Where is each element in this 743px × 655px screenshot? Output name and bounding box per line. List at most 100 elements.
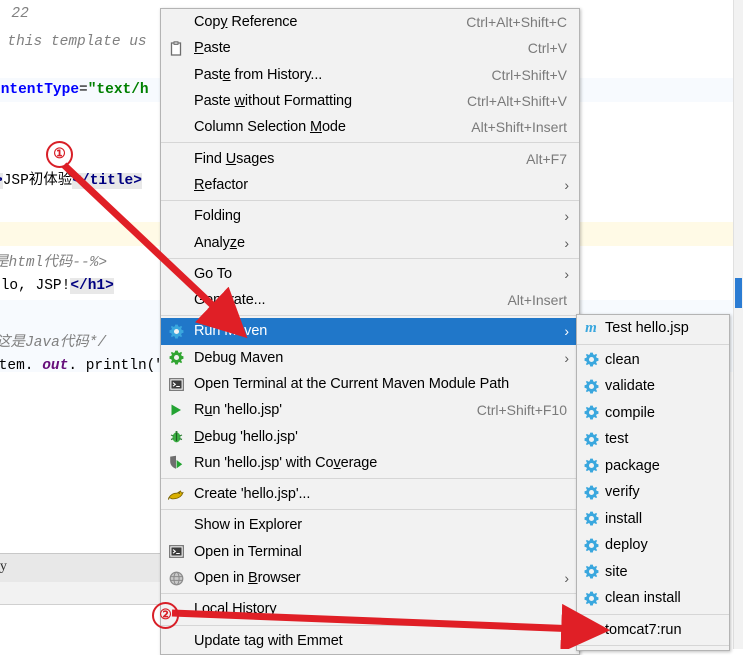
- menu-item-shortcut: Ctrl+Shift+V: [491, 66, 567, 83]
- submenu-item-label: deploy: [605, 537, 648, 554]
- menu-item-open-in-terminal[interactable]: Open in Terminal: [161, 539, 579, 565]
- menu-item-label: Paste from History...: [194, 66, 323, 83]
- menu-item-run-hello-jsp-with-coverage[interactable]: Run 'hello.jsp' with Coverage: [161, 450, 579, 476]
- menu-item-analyze[interactable]: Analyze ›: [161, 229, 579, 255]
- maven-gear-green-icon: [167, 350, 185, 366]
- maven-gear-icon: [583, 537, 599, 553]
- menu-item-generate[interactable]: Generate... Alt+Insert: [161, 287, 579, 313]
- menu-item-paste-from-history[interactable]: Paste from History... Ctrl+Shift+V: [161, 62, 579, 88]
- menu-item-open-terminal-at-the-current-maven-module-path[interactable]: Open Terminal at the Current Maven Modul…: [161, 371, 579, 397]
- chevron-right-icon: ›: [564, 265, 569, 282]
- menu-separator: [161, 509, 579, 511]
- maven-gear-icon: [583, 458, 599, 474]
- menu-item-paste-without-formatting[interactable]: Paste without Formatting Ctrl+Alt+Shift+V: [161, 88, 579, 114]
- clipboard-icon: [167, 40, 185, 56]
- submenu-item-install[interactable]: install: [577, 506, 729, 533]
- maven-gear-icon: [583, 622, 599, 638]
- editor-scrollbar-track[interactable]: [733, 0, 743, 649]
- editor-bottom-panel-row[interactable]: ly: [0, 553, 175, 583]
- menu-item-copy-reference[interactable]: Copy Reference Ctrl+Alt+Shift+C: [161, 9, 579, 35]
- menu-item-local-history[interactable]: Local History ›: [161, 596, 579, 622]
- chevron-right-icon: ›: [564, 570, 569, 587]
- menu-item-label: Run 'hello.jsp' with Coverage: [194, 454, 378, 471]
- menu-item-run-maven[interactable]: Run Maven ›: [161, 318, 579, 345]
- menu-item-label: Paste without Formatting: [194, 93, 352, 110]
- code-line-1: : 22: [0, 6, 29, 22]
- maven-m-icon: m: [585, 319, 597, 336]
- submenu-item-clean[interactable]: clean: [577, 347, 729, 374]
- editor-scrollbar-thumb[interactable]: [735, 278, 742, 308]
- menu-item-create-hello-jsp[interactable]: Create 'hello.jsp'...: [161, 481, 579, 507]
- submenu-item-label: compile: [605, 404, 655, 421]
- code-equals: =: [79, 82, 88, 98]
- menu-item-debug-hello-jsp[interactable]: Debug 'hello.jsp': [161, 423, 579, 449]
- terminal-icon: [167, 544, 185, 560]
- submenu-item-label: validate: [605, 378, 655, 395]
- menu-item-label: Local History: [194, 601, 277, 618]
- menu-separator: [161, 315, 579, 317]
- code-line-8: stem. out. println(": [0, 358, 164, 374]
- code-line-7: 这是Java代码*/: [0, 335, 107, 351]
- submenu-item-partial[interactable]: [577, 648, 729, 650]
- menu-item-update-tag-with-emmet[interactable]: Update tag with Emmet: [161, 628, 579, 654]
- code-line-2: e this template us: [0, 34, 147, 50]
- terminal-icon: [167, 376, 185, 392]
- code-line-4: >JSP初体验</title>: [0, 168, 142, 189]
- menu-item-find-usages[interactable]: Find Usages Alt+F7: [161, 145, 579, 171]
- menu-item-label: Open in Browser: [194, 570, 301, 587]
- submenu-item-validate[interactable]: validate: [577, 373, 729, 400]
- menu-item-run-hello-jsp[interactable]: Run 'hello.jsp' Ctrl+Shift+F10: [161, 397, 579, 423]
- chevron-right-icon: ›: [564, 208, 569, 225]
- menu-item-shortcut: Alt+F7: [526, 150, 567, 167]
- menu-item-label: Create 'hello.jsp'...: [194, 486, 311, 503]
- code-line-6: llo, JSP!</h1>: [0, 278, 114, 294]
- menu-item-paste[interactable]: Paste Ctrl+V: [161, 35, 579, 61]
- menu-item-debug-maven[interactable]: Debug Maven ›: [161, 345, 579, 371]
- submenu-item-test[interactable]: test: [577, 426, 729, 453]
- maven-gear-icon: [583, 484, 599, 500]
- submenu-separator: [577, 343, 729, 345]
- menu-item-label: Find Usages: [194, 150, 275, 167]
- code-tag-close-h1: </h1>: [70, 278, 114, 294]
- submenu-item-label: install: [605, 510, 643, 527]
- menu-item-show-in-explorer[interactable]: Show in Explorer: [161, 512, 579, 538]
- run-play-icon: [167, 402, 185, 418]
- submenu-item-compile[interactable]: compile: [577, 400, 729, 427]
- submenu-item-label: test: [605, 431, 629, 448]
- coverage-icon: [167, 455, 185, 471]
- menu-item-go-to[interactable]: Go To ›: [161, 261, 579, 287]
- submenu-item-label: site: [605, 563, 628, 580]
- menu-item-shortcut: Alt+Insert: [507, 292, 567, 309]
- menu-item-label: Copy Reference: [194, 14, 298, 31]
- menu-item-label: Analyze: [194, 234, 245, 251]
- menu-item-shortcut: Ctrl+V: [527, 40, 567, 57]
- submenu-item-verify[interactable]: verify: [577, 479, 729, 506]
- menu-item-label: Run 'hello.jsp': [194, 402, 282, 419]
- menu-item-column-selection-mode[interactable]: Column Selection Mode Alt+Shift+Insert: [161, 114, 579, 140]
- menu-item-shortcut: Ctrl+Alt+Shift+V: [467, 93, 567, 110]
- submenu-item-package[interactable]: package: [577, 453, 729, 480]
- editor-context-menu[interactable]: Copy Reference Ctrl+Alt+Shift+C Paste Ctrl+…: [160, 8, 580, 655]
- submenu-item-test-hello-jsp[interactable]: m Test hello.jsp: [577, 315, 729, 342]
- submenu-item-deploy[interactable]: deploy: [577, 532, 729, 559]
- submenu-separator: [577, 645, 729, 646]
- code-out-field: out: [42, 358, 69, 374]
- submenu-item-tomcat7-run[interactable]: tomcat7:run: [577, 617, 729, 644]
- menu-item-shortcut: Alt+Shift+Insert: [471, 119, 567, 136]
- submenu-item-clean-install[interactable]: clean install: [577, 585, 729, 612]
- menu-item-open-in-browser[interactable]: Open in Browser ›: [161, 565, 579, 591]
- code-line-5: 是html代码--%>: [0, 255, 108, 271]
- menu-item-refactor[interactable]: Refactor ›: [161, 172, 579, 198]
- editor-bottom-panel-text: ly: [0, 559, 7, 574]
- run-maven-submenu[interactable]: m Test hello.jsp clean validate compile test p…: [576, 314, 730, 651]
- menu-item-label: Go To: [194, 265, 232, 282]
- menu-item-label: Open in Terminal: [194, 543, 302, 560]
- menu-item-folding[interactable]: Folding ›: [161, 203, 579, 229]
- annotation-marker-two: ②: [152, 602, 179, 629]
- submenu-item-site[interactable]: site: [577, 559, 729, 586]
- maven-gear-icon: [583, 590, 599, 606]
- maven-gear-icon: [583, 431, 599, 447]
- submenu-separator: [577, 613, 729, 615]
- editor-bottom-panel-row-2[interactable]: [0, 582, 175, 605]
- maven-gear-icon: [583, 352, 599, 368]
